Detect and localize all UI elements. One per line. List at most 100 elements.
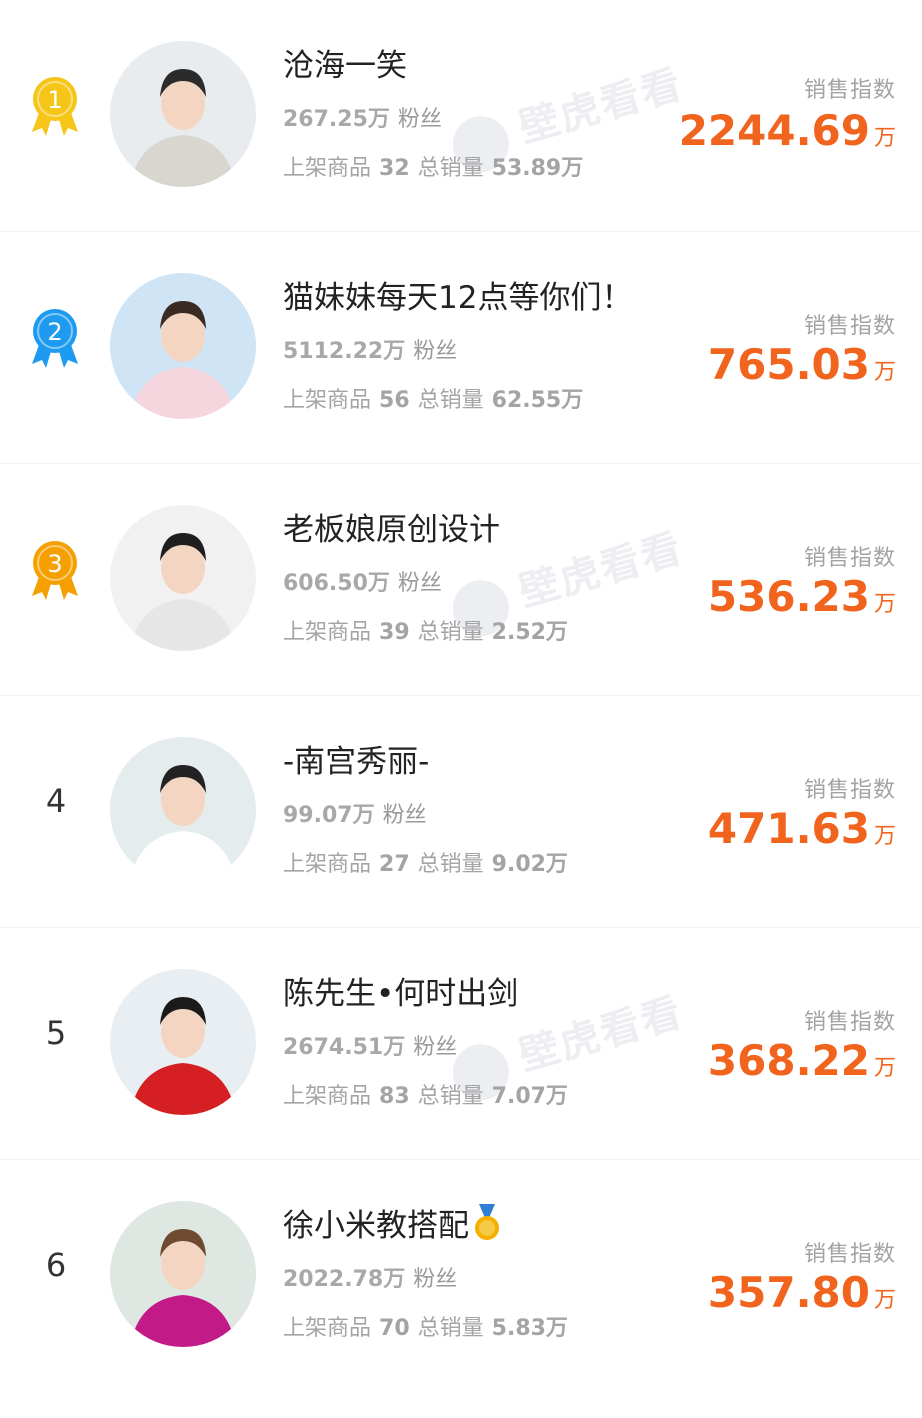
sales-value: 5.83万 (491, 1316, 568, 1341)
sales-index-value: 471.63 万 (708, 804, 896, 853)
fans-count: 606.50万 粉丝 (283, 565, 442, 597)
sales-value: 62.55万 (491, 388, 584, 413)
rank-medal-number: 3 (47, 550, 62, 578)
streamer-name[interactable]: 沧海一笑 (283, 40, 407, 85)
sales-index-number: 471.63 (707, 804, 870, 853)
sales-index-label: 销售指数 (803, 546, 896, 571)
streamer-name[interactable]: -南宫秀丽- (283, 736, 429, 781)
fans-value: 5112.22万 (283, 339, 406, 364)
sales-index-value: 765.03 万 (708, 340, 896, 389)
sales-label: 总销量 (417, 620, 484, 645)
sales-index-unit: 万 (873, 126, 896, 151)
rank-medal-number: 1 (47, 86, 62, 114)
fans-label: 粉丝 (397, 107, 442, 132)
streamer-ranking-list: 1 沧海一笑 267.25万 粉丝 上架商品 32 总销量 53.89万 销售指数 2244.69… (0, 0, 922, 1418)
goods-label: 上架商品 (283, 852, 372, 877)
rank-medal-number: 2 (47, 318, 62, 346)
watermark-text: 壁虎看看 (514, 525, 689, 616)
fans-value: 606.50万 (283, 571, 390, 596)
rank-medal-icon: 3 (26, 536, 84, 602)
sales-index-label: 销售指数 (803, 314, 896, 339)
goods-label: 上架商品 (283, 1316, 372, 1341)
streamer-name-text: 老板娘原创设计 (283, 512, 500, 548)
sales-index-value: 536.23 万 (708, 572, 896, 621)
watermark-text: 壁虎看看 (514, 989, 689, 1080)
avatar[interactable] (110, 969, 256, 1115)
fans-label: 粉丝 (413, 1035, 458, 1060)
rank-number: 4 (45, 782, 67, 820)
goods-label: 上架商品 (283, 156, 372, 181)
streamer-row[interactable]: 4 -南宫秀丽- 99.07万 粉丝 上架商品 27 总销量 9.02万 销售指数 471.63 万 (0, 696, 922, 928)
goods-count: 39 (379, 620, 410, 645)
fans-label: 粉丝 (382, 803, 427, 828)
watermark-text: 壁虎看看 (514, 61, 689, 152)
sales-index-value: 2244.69 万 (679, 106, 896, 155)
fans-label: 粉丝 (413, 1267, 458, 1292)
streamer-row[interactable]: 2 猫妹妹每天12点等你们！ 5112.22万 粉丝上架商品 56 总销量 62.55万 销售… (0, 232, 922, 464)
sales-index-unit: 万 (873, 592, 896, 617)
rank-number: 5 (45, 1014, 67, 1052)
sales-value: 9.02万 (491, 852, 568, 877)
avatar[interactable] (110, 737, 256, 883)
fans-count: 5112.22万 粉丝 (283, 333, 457, 365)
fans-value: 99.07万 (283, 803, 375, 828)
goods-sales-line: 上架商品 83 总销量 7.07万 (283, 1078, 568, 1110)
goods-label: 上架商品 (283, 620, 372, 645)
streamer-name[interactable]: 猫妹妹每天12点等你们！ (283, 272, 632, 317)
avatar[interactable] (110, 1201, 256, 1347)
sales-index-number: 357.80 (707, 1268, 870, 1317)
streamer-name[interactable]: 老板娘原创设计 (283, 504, 500, 549)
fans-count: 2022.78万 粉丝 (283, 1261, 457, 1293)
fans-count: 267.25万 粉丝 (283, 101, 442, 133)
goods-count: 56 (379, 388, 410, 413)
rank-number: 6 (45, 1246, 67, 1284)
sales-value: 7.07万 (491, 1084, 568, 1109)
avatar[interactable] (110, 41, 256, 187)
fans-value: 267.25万 (283, 107, 390, 132)
streamer-name-text: 猫妹妹每天12点等你们！ (283, 280, 633, 316)
sales-index-unit: 万 (873, 824, 896, 849)
streamer-name[interactable]: 徐小米教搭配 (283, 1200, 501, 1245)
goods-sales-line: 上架商品 70 总销量 5.83万 (283, 1310, 568, 1342)
sales-index-label: 销售指数 (803, 1010, 896, 1035)
sales-value: 2.52万 (491, 620, 568, 645)
sales-label: 总销量 (417, 852, 484, 877)
streamer-row[interactable]: 6 徐小米教搭配 2022.78万 粉丝 上架商品 70 总销量 5.83万 销售指数 357.8… (0, 1160, 922, 1392)
sales-index-unit: 万 (873, 1288, 896, 1313)
medal-badge-icon (473, 1204, 501, 1242)
fans-count: 2674.51万 粉丝 (283, 1029, 457, 1061)
fans-count: 99.07万 粉丝 (283, 797, 427, 829)
sales-index-value: 357.80 万 (708, 1268, 896, 1317)
goods-label: 上架商品 (283, 388, 372, 413)
sales-value: 53.89万 (491, 156, 584, 181)
streamer-name-text: 沧海一笑 (283, 48, 407, 84)
streamer-name-text: -南宫秀丽- (283, 744, 430, 780)
goods-sales-line: 上架商品 27 总销量 9.02万 (283, 846, 568, 878)
sales-index-unit: 万 (873, 1056, 896, 1081)
goods-count: 27 (379, 852, 410, 877)
sales-index-value: 368.22 万 (708, 1036, 896, 1085)
sales-index-unit: 万 (873, 360, 896, 385)
streamer-name-text: 陈先生•何时出剑 (283, 976, 519, 1012)
goods-sales-line: 上架商品 32 总销量 53.89万 (283, 150, 583, 182)
sales-index-number: 536.23 (707, 572, 870, 621)
sales-label: 总销量 (417, 388, 484, 413)
streamer-row[interactable]: 5 陈先生•何时出剑 2674.51万 粉丝 上架商品 83 总销量 7.07万 销售指数 368… (0, 928, 922, 1160)
goods-sales-line: 上架商品 39 总销量 2.52万 (283, 614, 568, 646)
sales-index-label: 销售指数 (803, 778, 896, 803)
avatar[interactable] (110, 505, 256, 651)
avatar[interactable] (110, 273, 256, 419)
goods-count: 32 (379, 156, 410, 181)
streamer-name[interactable]: 陈先生•何时出剑 (283, 968, 518, 1013)
sales-label: 总销量 (417, 1084, 484, 1109)
fans-value: 2674.51万 (283, 1035, 406, 1060)
rank-medal-icon: 2 (26, 304, 84, 370)
streamer-row[interactable]: 3 老板娘原创设计 606.50万 粉丝上架商品 39 总销量 2.52万 销售指数 536.2… (0, 464, 922, 696)
streamer-name-text: 徐小米教搭配 (283, 1208, 469, 1244)
goods-count: 70 (379, 1316, 410, 1341)
sales-index-number: 2244.69 (678, 106, 870, 155)
streamer-row[interactable]: 1 沧海一笑 267.25万 粉丝 上架商品 32 总销量 53.89万 销售指数 2244.69… (0, 0, 922, 232)
sales-label: 总销量 (417, 156, 484, 181)
sales-index-number: 765.03 (707, 340, 870, 389)
rank-medal-icon: 1 (26, 72, 84, 138)
